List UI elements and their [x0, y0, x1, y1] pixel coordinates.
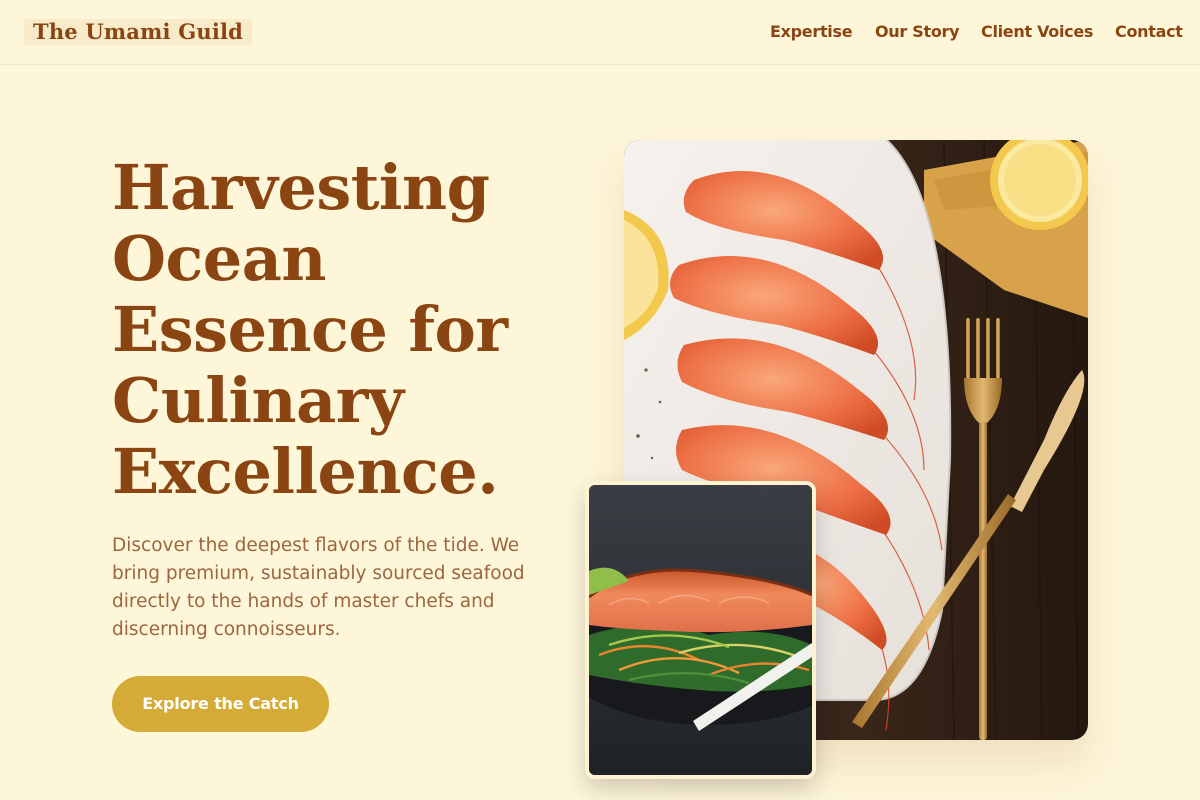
hero-title-line: Essence for — [112, 293, 508, 366]
hero-title-line: Harvesting — [112, 151, 490, 224]
hero-title-line: Ocean — [112, 222, 326, 295]
explore-catch-button[interactable]: Explore the Catch — [112, 676, 329, 732]
hero-title: Harvesting Ocean Essence for Culinary Ex… — [112, 152, 562, 507]
nav-link-client-voices[interactable]: Client Voices — [981, 22, 1093, 42]
hero-subtitle: Discover the deepest flavors of the tide… — [112, 535, 525, 640]
site-logo[interactable]: The Umami Guild — [24, 19, 253, 45]
nav-link-contact[interactable]: Contact — [1115, 22, 1183, 42]
salmon-photo — [585, 481, 816, 779]
salmon-photo-art — [589, 485, 812, 775]
hero-title-line: Culinary — [112, 364, 404, 437]
hero-title-line: Excellence. — [112, 435, 499, 508]
nav-link-our-story[interactable]: Our Story — [875, 22, 960, 42]
site-header: The Umami Guild Expertise Our Story Clie… — [0, 0, 1200, 65]
nav-link-expertise[interactable]: Expertise — [770, 22, 853, 42]
